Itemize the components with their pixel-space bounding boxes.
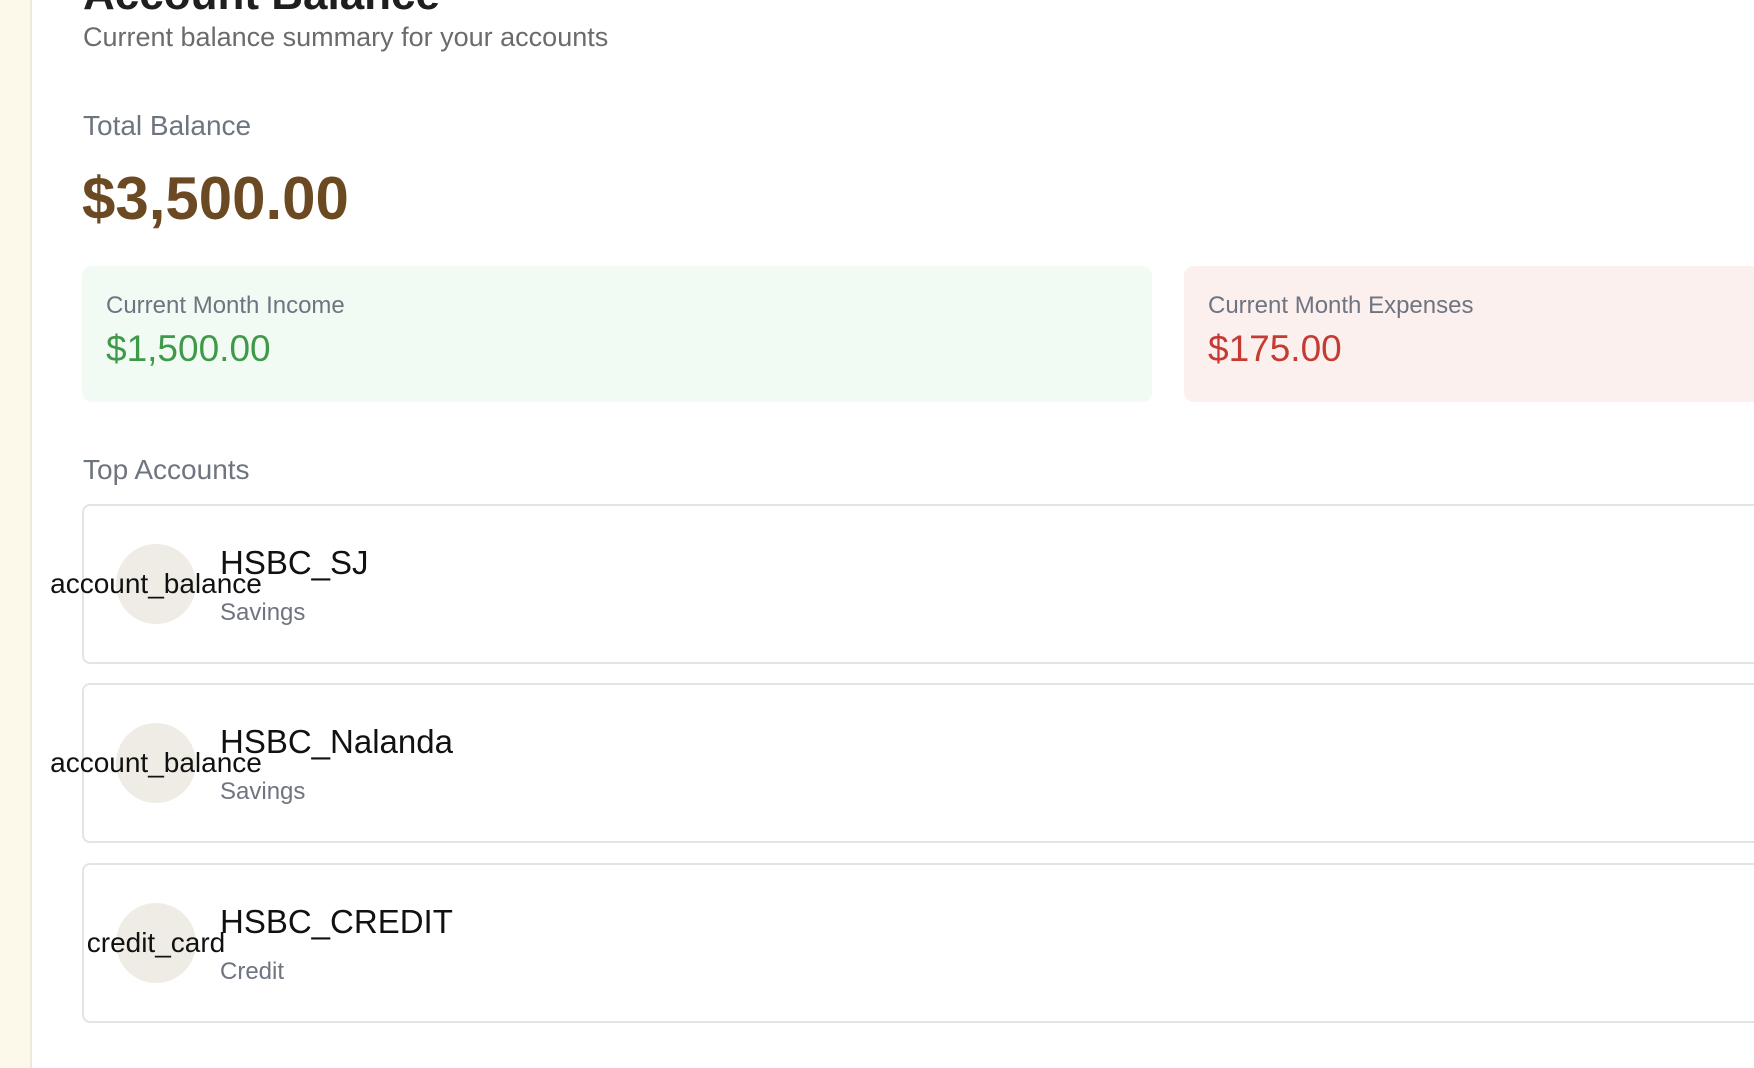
- account-row-hsbc-nalanda[interactable]: account_balance HSBC_Nalanda Savings: [50, 683, 1754, 843]
- account-type: Savings: [220, 778, 306, 805]
- total-balance-value: $3,500.00: [82, 165, 349, 232]
- account-row-hsbc-credit[interactable]: credit_card HSBC_CREDIT Credit: [82, 863, 1754, 1023]
- income-value: $1,500.00: [106, 328, 271, 369]
- credit-card-icon: credit_card: [86, 927, 226, 958]
- expenses-card: Current Month Expenses $175.00: [1184, 266, 1754, 402]
- page-subtitle: Current balance summary for your account…: [83, 22, 609, 52]
- account-name: HSBC_SJ: [220, 544, 369, 581]
- account-name: HSBC_Nalanda: [220, 723, 453, 760]
- income-label: Current Month Income: [106, 292, 345, 319]
- expenses-value: $175.00: [1208, 328, 1342, 369]
- total-balance-label: Total Balance: [83, 110, 252, 141]
- account-type: Savings: [220, 599, 306, 626]
- expenses-label: Current Month Expenses: [1208, 292, 1474, 319]
- sidebar-edge: [0, 0, 32, 1068]
- account-type: Credit: [220, 958, 285, 985]
- income-card: Current Month Income $1,500.00: [82, 266, 1152, 402]
- top-accounts-title: Top Accounts: [83, 454, 250, 485]
- account-row-hsbc-sj[interactable]: account_balance HSBC_SJ Savings: [50, 504, 1754, 664]
- page-title: Account Balance: [83, 0, 440, 20]
- account-name: HSBC_CREDIT: [220, 903, 453, 940]
